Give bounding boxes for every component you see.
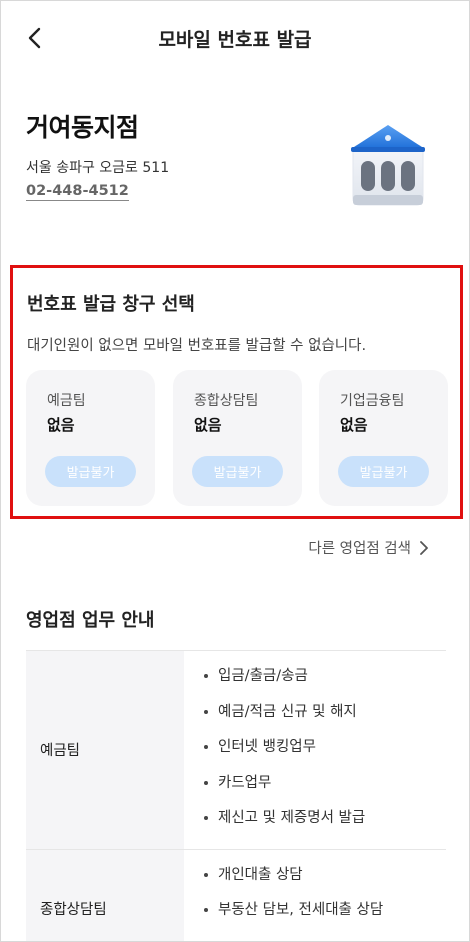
window-card-list: 예금팀 없음 발급불가 종합상담팀 없음 발급불가 기업금융팀 없음 발급불가 (26, 370, 450, 506)
list-item: 개인대출 상담 (204, 862, 446, 898)
issue-ticket-button[interactable]: 발급불가 (45, 456, 136, 487)
list-item: 예금/적금 신규 및 해지 (204, 699, 446, 735)
window-name: 예금팀 (47, 393, 86, 409)
task-list: 입금/출금/송금 예금/적금 신규 및 해지 인터넷 뱅킹업무 카드업무 제신고… (184, 651, 446, 849)
list-item: 입금/출금/송금 (204, 663, 446, 699)
bank-building-icon (351, 125, 425, 206)
business-info-table: 예금팀 입금/출금/송금 예금/적금 신규 및 해지 인터넷 뱅킹업무 카드업무… (26, 650, 446, 942)
top-bar: 모바일 번호표 발급 (1, 1, 469, 73)
list-item: 카드업무 (204, 770, 446, 806)
team-label: 예금팀 (26, 651, 184, 849)
screen: 모바일 번호표 발급 거여동지점 서울 송파구 오금로 511 02-448-4… (0, 0, 470, 942)
list-item: 인터넷 뱅킹업무 (204, 734, 446, 770)
window-wait-status: 없음 (47, 416, 75, 434)
window-name: 종합상담팀 (194, 393, 259, 409)
window-card-corporate[interactable]: 기업금융팀 없음 발급불가 (319, 370, 448, 506)
other-branch-search-label: 다른 영업점 검색 (308, 541, 411, 557)
issue-ticket-button[interactable]: 발급불가 (192, 456, 283, 487)
branch-address: 서울 송파구 오금로 511 (26, 160, 170, 176)
section-title-ticket: 번호표 발급 창구 선택 (27, 294, 195, 315)
ticket-window-selection: 번호표 발급 창구 선택 대기인원이 없으면 모바일 번호표를 발급할 수 없습… (10, 265, 463, 519)
other-branch-search-link[interactable]: 다른 영업점 검색 (308, 537, 429, 558)
window-card-deposit[interactable]: 예금팀 없음 발급불가 (26, 370, 155, 506)
list-item: 제신고 및 제증명서 발급 (204, 805, 446, 841)
section-description: 대기인원이 없으면 모바일 번호표를 발급할 수 없습니다. (27, 338, 367, 354)
branch-name: 거여동지점 (26, 113, 139, 142)
branch-phone-link[interactable]: 02-448-4512 (26, 183, 129, 201)
window-wait-status: 없음 (194, 416, 222, 434)
window-name: 기업금융팀 (340, 393, 405, 409)
team-label: 종합상담팀 (26, 849, 184, 941)
window-wait-status: 없음 (340, 416, 368, 434)
table-row: 종합상담팀 개인대출 상담 부동산 담보, 전세대출 상담 (26, 848, 446, 942)
issue-ticket-button[interactable]: 발급불가 (338, 456, 429, 487)
table-row: 예금팀 입금/출금/송금 예금/적금 신규 및 해지 인터넷 뱅킹업무 카드업무… (26, 650, 446, 849)
list-item: 부동산 담보, 전세대출 상담 (204, 897, 446, 933)
page-title: 모바일 번호표 발급 (158, 29, 312, 51)
window-card-consulting[interactable]: 종합상담팀 없음 발급불가 (173, 370, 302, 506)
task-list: 개인대출 상담 부동산 담보, 전세대출 상담 (184, 850, 446, 942)
section-title-business: 영업점 업무 안내 (26, 610, 155, 631)
chevron-right-icon (420, 540, 428, 555)
